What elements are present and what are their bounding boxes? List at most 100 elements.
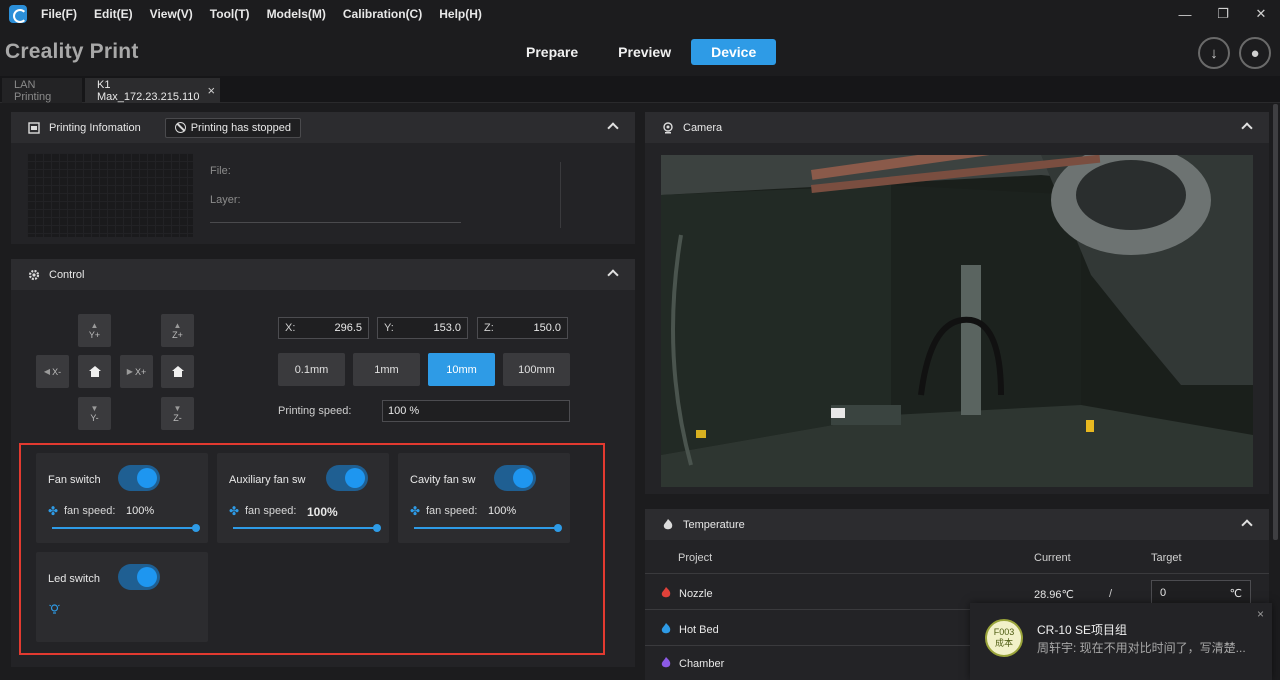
camera-header: Camera xyxy=(645,112,1269,143)
status-badge: Printing has stopped xyxy=(164,117,302,138)
menu-help[interactable]: Help(H) xyxy=(439,7,482,21)
slider-handle[interactable] xyxy=(192,524,200,532)
fan-speed-slider[interactable] xyxy=(233,524,381,532)
tab-prepare[interactable]: Prepare xyxy=(506,39,598,65)
cavity-fan-toggle[interactable] xyxy=(494,465,536,491)
control-title: Control xyxy=(49,268,85,281)
menu-view[interactable]: View(V) xyxy=(150,7,193,21)
fan-switch-toggle[interactable] xyxy=(118,465,160,491)
camera-panel: Camera xyxy=(645,112,1269,494)
fan-speed-label: fan speed: xyxy=(64,505,116,517)
tab-preview[interactable]: Preview xyxy=(598,39,691,65)
collapse-chevron-icon[interactable] xyxy=(607,267,617,277)
collapse-chevron-icon[interactable] xyxy=(607,120,617,130)
step-10mm-button[interactable]: 10mm xyxy=(428,353,495,386)
jog-x-plus-button[interactable]: ▶ X+ xyxy=(120,355,153,388)
fan-icon: ✤ xyxy=(410,504,421,518)
collapse-chevron-icon[interactable] xyxy=(1241,120,1251,130)
home-z-button[interactable] xyxy=(161,355,194,388)
menu-models[interactable]: Models(M) xyxy=(267,7,326,21)
fan-speed-value: 100% xyxy=(126,505,155,517)
nozzle-target-unit: ℃ xyxy=(1229,587,1242,600)
jog-y-minus-button[interactable]: ▼ Y- xyxy=(78,397,111,430)
download-button[interactable]: ↓ xyxy=(1198,37,1230,69)
window-controls: — ❐ ✕ xyxy=(1166,0,1280,28)
nozzle-label: Nozzle xyxy=(679,588,713,600)
fan-speed-slider[interactable] xyxy=(414,524,562,532)
minimize-button[interactable]: — xyxy=(1166,0,1204,28)
control-header: Control xyxy=(11,259,635,290)
menu-file[interactable]: File(F) xyxy=(41,7,77,21)
mode-tabs: Prepare Preview Device xyxy=(506,39,777,65)
jog-y-minus-label: Y- xyxy=(90,413,99,423)
tab-device-k1max[interactable]: K1 Max_172.23.215.110 × xyxy=(85,78,220,103)
arrow-up-icon: ▲ xyxy=(173,321,182,330)
jog-z-plus-button[interactable]: ▲ Z+ xyxy=(161,314,194,347)
printing-info-title: Printing Infomation xyxy=(49,121,141,134)
step-100mm-button[interactable]: 100mm xyxy=(503,353,570,386)
led-switch-label: Led switch xyxy=(48,573,100,585)
close-icon[interactable]: × xyxy=(1257,607,1264,621)
jog-y-plus-label: Y+ xyxy=(88,330,101,340)
tab-lan-printing[interactable]: LAN Printing xyxy=(2,78,82,103)
control-panel: Control ▲ Y+ ◀ X- ▶ X+ ▼ Y- ▲ Z+ ▼ Z- X: xyxy=(11,259,635,667)
user-button[interactable]: ● xyxy=(1239,37,1271,69)
status-text: Printing has stopped xyxy=(190,121,292,134)
coord-z-value: 150.0 xyxy=(533,322,561,334)
jog-z-plus-label: Z+ xyxy=(172,330,183,340)
chamber-flame-icon xyxy=(661,657,671,669)
fan-card-cavity: Cavity fan sw ✤ fan speed: 100% xyxy=(398,453,570,543)
arrow-down-icon: ▼ xyxy=(173,404,182,413)
menu-edit[interactable]: Edit(E) xyxy=(94,7,133,21)
home-icon xyxy=(171,366,184,377)
printing-speed-input[interactable]: 100 % xyxy=(382,400,570,422)
collapse-chevron-icon[interactable] xyxy=(1241,517,1251,527)
temperature-column-headers: Project Current Target xyxy=(645,540,1269,574)
auxiliary-fan-toggle[interactable] xyxy=(326,465,368,491)
cavity-fan-label: Cavity fan sw xyxy=(410,474,476,486)
page-scrollbar[interactable] xyxy=(1273,104,1278,540)
tab-device[interactable]: Device xyxy=(691,39,777,65)
jog-y-plus-button[interactable]: ▲ Y+ xyxy=(78,314,111,347)
menu-tool[interactable]: Tool(T) xyxy=(210,7,250,21)
printing-speed-label: Printing speed: xyxy=(278,405,352,417)
step-1mm-button[interactable]: 1mm xyxy=(353,353,420,386)
file-label: File: xyxy=(210,165,231,177)
notification-toast[interactable]: F003 成本 CR-10 SE项目组 周轩宇: 现在不用对比时间了，写清楚..… xyxy=(970,603,1272,680)
led-switch-toggle[interactable] xyxy=(118,564,160,590)
home-xy-button[interactable] xyxy=(78,355,111,388)
slider-handle[interactable] xyxy=(554,524,562,532)
close-tab-icon[interactable]: × xyxy=(208,83,216,98)
fan-icon: ✤ xyxy=(229,504,240,518)
close-window-button[interactable]: ✕ xyxy=(1242,0,1280,28)
menu-calibration[interactable]: Calibration(C) xyxy=(343,7,422,21)
gear-icon xyxy=(27,268,41,282)
arrow-left-icon: ◀ xyxy=(43,367,51,376)
nozzle-target-value: 0 xyxy=(1160,587,1167,599)
divider xyxy=(560,162,561,228)
camera-title: Camera xyxy=(683,121,723,134)
arrow-right-icon: ▶ xyxy=(126,367,133,376)
printer-icon xyxy=(27,121,41,135)
fan-speed-slider[interactable] xyxy=(52,524,200,532)
progress-line xyxy=(210,222,461,223)
jog-x-minus-button[interactable]: ◀ X- xyxy=(36,355,69,388)
coord-x-field[interactable]: X: 296.5 xyxy=(278,317,369,339)
slider-handle[interactable] xyxy=(373,524,381,532)
coord-x-value: 296.5 xyxy=(334,322,362,334)
coord-z-field[interactable]: Z: 150.0 xyxy=(477,317,568,339)
light-bulb-icon xyxy=(49,603,60,615)
coord-z-label: Z: xyxy=(484,322,494,334)
maximize-button[interactable]: ❐ xyxy=(1204,0,1242,28)
jog-x-plus-label: X+ xyxy=(134,366,147,377)
jog-z-minus-button[interactable]: ▼ Z- xyxy=(161,397,194,430)
brand-title: Creality Print xyxy=(5,40,139,63)
print-thumbnail xyxy=(27,153,193,237)
temperature-title: Temperature xyxy=(683,518,745,531)
step-0-1mm-button[interactable]: 0.1mm xyxy=(278,353,345,386)
fan-speed-value: 100% xyxy=(488,505,517,517)
device-tabstrip: LAN Printing K1 Max_172.23.215.110 × xyxy=(0,76,1280,103)
coord-y-field[interactable]: Y: 153.0 xyxy=(377,317,468,339)
fan-control-group: Fan switch ✤ fan speed: 100% Auxiliary f… xyxy=(19,443,605,655)
led-card: Led switch xyxy=(36,552,208,642)
